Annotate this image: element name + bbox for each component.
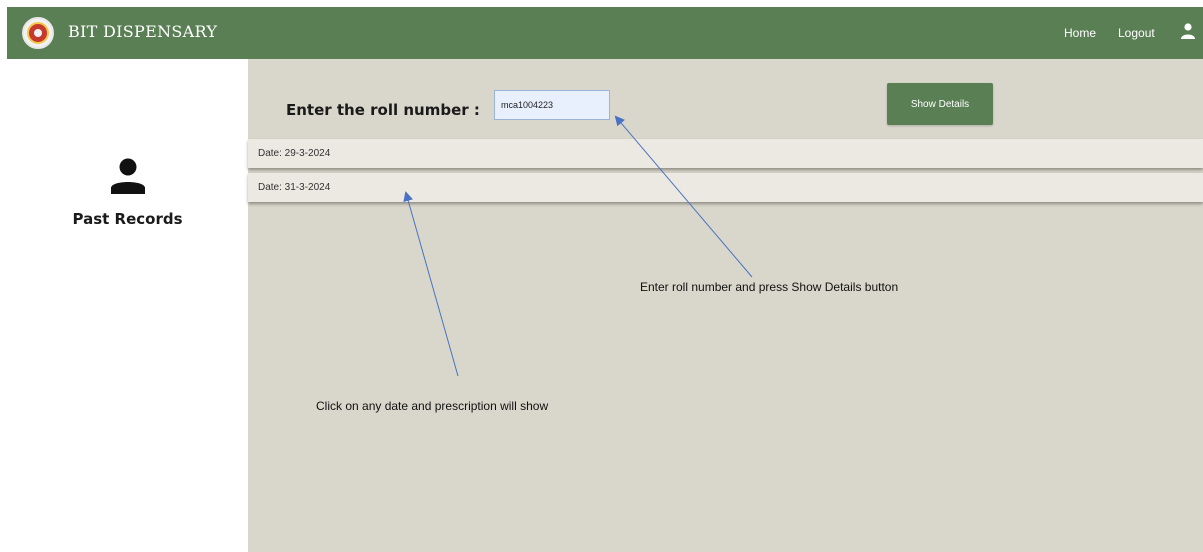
roll-number-label: Enter the roll number : — [286, 101, 480, 119]
nav-logout-link[interactable]: Logout — [1118, 26, 1155, 40]
main-panel: Enter the roll number : Show Details Dat… — [248, 59, 1203, 552]
nav-home-link[interactable]: Home — [1064, 26, 1096, 40]
logo-emblem — [27, 22, 49, 44]
show-details-button[interactable]: Show Details — [887, 83, 993, 125]
roll-number-input[interactable] — [494, 90, 610, 120]
record-row[interactable]: Date: 31-3-2024 — [248, 173, 1203, 202]
annotation-enter-roll: Enter roll number and press Show Details… — [640, 280, 899, 294]
user-icon[interactable] — [1181, 23, 1195, 39]
sidebar-title: Past Records — [72, 210, 183, 228]
logo-core — [34, 29, 42, 37]
brand-title: BIT DISPENSARY — [68, 22, 218, 41]
annotation-click-date: Click on any date and prescription will … — [316, 399, 549, 413]
college-logo — [22, 17, 54, 49]
navbar: BIT DISPENSARY Home Logout — [7, 7, 1203, 59]
user-icon — [111, 158, 145, 194]
record-date: Date: 29-3-2024 — [258, 148, 331, 159]
app-frame: BIT DISPENSARY Home Logout Past Records … — [7, 7, 1203, 552]
record-row[interactable]: Date: 29-3-2024 — [248, 139, 1203, 168]
record-date: Date: 31-3-2024 — [258, 182, 331, 193]
sidebar: Past Records — [7, 59, 248, 552]
